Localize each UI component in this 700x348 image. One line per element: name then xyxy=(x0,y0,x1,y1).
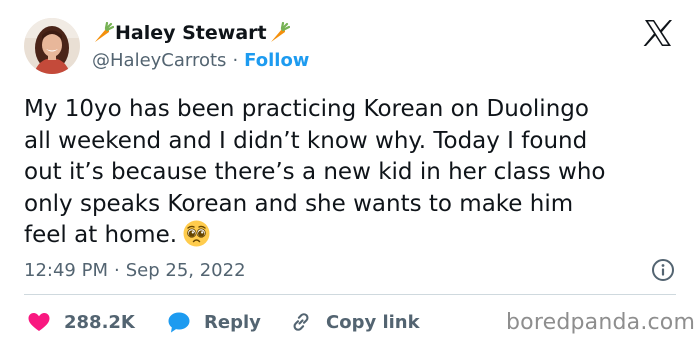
tweet-date: Sep 25, 2022 xyxy=(125,259,246,281)
tweet-line: My 10yo has been practicing Korean on Du… xyxy=(24,96,589,122)
like-count: 288.2K xyxy=(64,311,135,333)
copy-link-button[interactable]: Copy link xyxy=(288,308,420,336)
watermark: boredpanda.com xyxy=(506,310,696,335)
link-icon xyxy=(288,309,314,335)
follow-button[interactable]: Follow xyxy=(244,50,309,71)
carrot-icon xyxy=(268,22,290,44)
timestamp-separator: · xyxy=(113,259,120,281)
tweet-line: all weekend and I didn’t know why. Today… xyxy=(24,127,588,154)
like-button[interactable]: 288.2K xyxy=(26,308,135,336)
tweet-text: My 10yo has been practicing Korean on Du… xyxy=(24,94,684,252)
tweet-line: only speaks Korean and she wants to make… xyxy=(24,190,574,217)
info-icon[interactable] xyxy=(651,258,675,282)
author-display-name[interactable]: Haley Stewart xyxy=(115,22,267,44)
author-handle[interactable]: @HaleyCarrots xyxy=(92,50,226,71)
tweet-line: feel at home. xyxy=(24,222,178,248)
reply-label: Reply xyxy=(204,311,261,333)
pleading-face-icon xyxy=(183,220,210,247)
avatar[interactable] xyxy=(24,18,80,74)
author-name-row: Haley Stewart xyxy=(92,20,290,46)
tweet-timestamp[interactable]: 12:49 PM · Sep 25, 2022 xyxy=(24,257,246,283)
handle-separator: · xyxy=(232,49,239,71)
heart-icon xyxy=(26,309,52,335)
divider xyxy=(24,294,676,295)
tweet-line-last: feel at home. xyxy=(24,220,684,252)
reply-button[interactable]: Reply xyxy=(166,308,261,336)
speech-bubble-icon xyxy=(166,309,192,335)
tweet-time: 12:49 PM xyxy=(24,259,108,281)
copy-link-label: Copy link xyxy=(326,311,420,333)
author-handle-row: @HaleyCarrots · Follow xyxy=(92,48,309,72)
tweet-line: out it’s because there’s a new kid in he… xyxy=(24,159,606,185)
carrot-icon xyxy=(92,22,114,44)
x-logo-icon[interactable] xyxy=(643,18,673,48)
